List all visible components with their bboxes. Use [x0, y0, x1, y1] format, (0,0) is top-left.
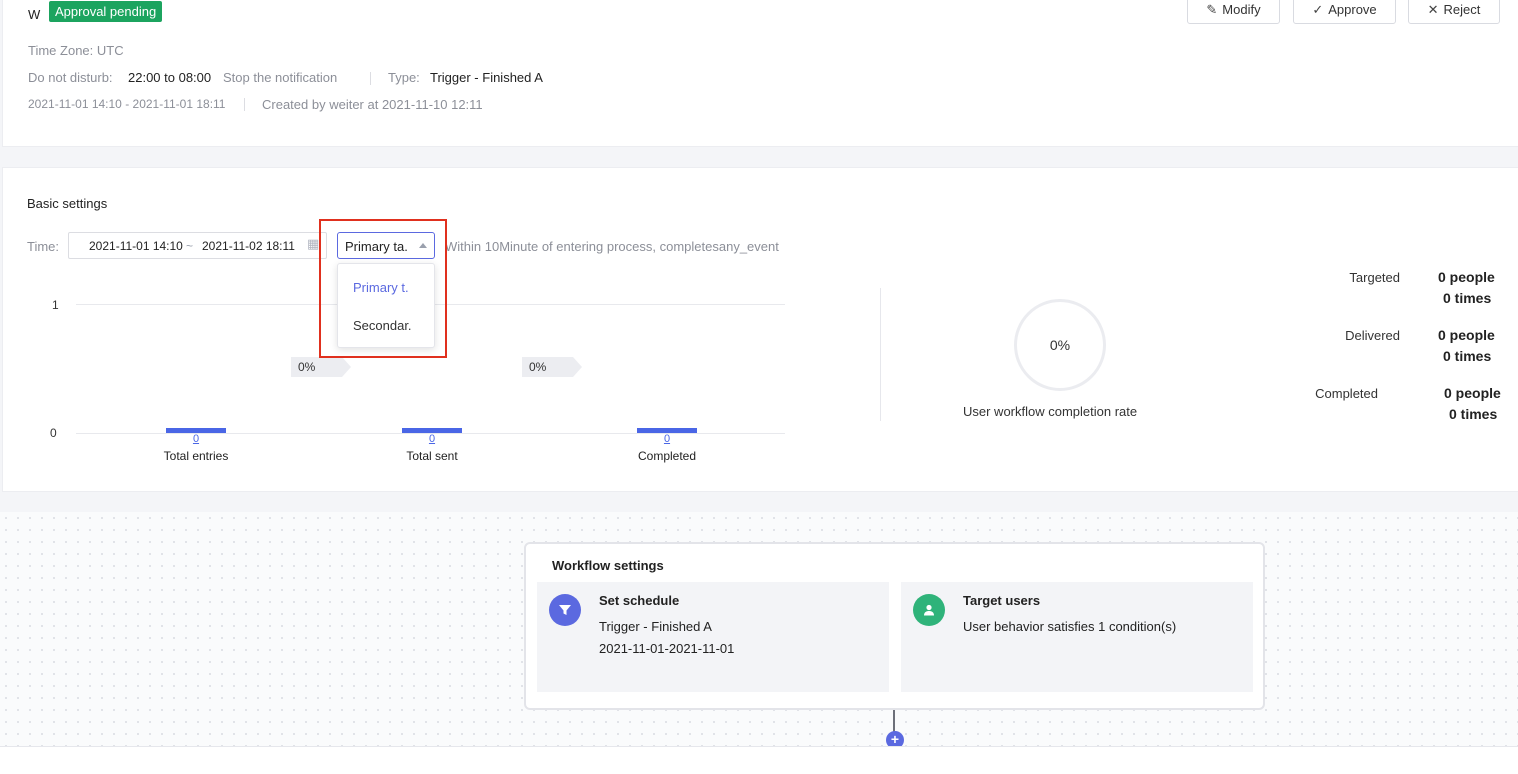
end-date: 2021-11-02 18:11	[202, 239, 295, 253]
workflow-connector	[893, 710, 895, 732]
close-icon: ✕	[1427, 1, 1439, 17]
type-label: Type:	[388, 70, 420, 85]
user-icon	[913, 594, 945, 626]
stat-completed-people: 0 people	[1444, 385, 1501, 401]
reject-label: Reject	[1443, 2, 1481, 17]
divider	[880, 288, 881, 421]
workflow-settings-card[interactable]: Workflow settings Set schedule Trigger -…	[524, 542, 1265, 710]
modify-button[interactable]: ✎ Modify	[1187, 0, 1280, 24]
time-label: Time:	[27, 239, 60, 254]
bar-data-label: 0	[663, 433, 671, 445]
bar-data-label: 0	[192, 433, 200, 445]
filter-icon	[549, 594, 581, 626]
approve-label: Approve	[1328, 2, 1377, 17]
title-letter: W	[28, 7, 41, 22]
divider	[370, 72, 371, 85]
x-tick-label: Total sent	[406, 449, 458, 463]
stat-label-delivered: Delivered	[1345, 328, 1400, 343]
y-tick-label: 0	[50, 426, 57, 440]
highlight-box	[319, 219, 447, 358]
divider	[244, 98, 245, 111]
y-tick-label: 1	[52, 298, 59, 312]
target-users-heading: Target users	[963, 593, 1041, 608]
stat-label-targeted: Targeted	[1349, 270, 1400, 285]
campaign-header-panel: W Approval pending ✎ Modify ✓ Approve ✕ …	[2, 0, 1518, 147]
x-tick-label: Total entries	[163, 449, 229, 463]
reject-button[interactable]: ✕ Reject	[1408, 0, 1500, 24]
conversion-label: 0%	[522, 357, 582, 377]
completion-rate-label: User workflow completion rate	[963, 404, 1138, 419]
stat-completed-times: 0 times	[1449, 406, 1498, 422]
status-badge: Approval pending	[49, 1, 163, 22]
stop-notification-link[interactable]: Stop the notification	[223, 70, 337, 85]
type-value: Trigger - Finished A	[430, 70, 543, 85]
stat-delivered-times: 0 times	[1443, 348, 1492, 364]
stat-label-completed: Completed	[1315, 386, 1378, 401]
bar-data-label: 0	[428, 433, 436, 445]
schedule-dates: 2021-11-01-2021-11-01	[599, 641, 735, 656]
basic-settings-title: Basic settings	[27, 196, 108, 211]
approve-button[interactable]: ✓ Approve	[1293, 0, 1396, 24]
check-icon: ✓	[1312, 1, 1324, 17]
range-separator: ~	[186, 239, 194, 253]
created-by: Created by weiter at 2021-11-10 12:11	[262, 97, 483, 112]
target-users-node[interactable]: Target users User behavior satisfies 1 c…	[901, 582, 1253, 692]
condition-text: Within 10Minute of entering process, com…	[445, 239, 779, 254]
x-tick-label: Completed	[637, 449, 697, 463]
dnd-value: 22:00 to 08:00	[128, 70, 212, 85]
stat-targeted-times: 0 times	[1443, 290, 1492, 306]
date-range-picker[interactable]: 2021-11-01 14:10 ~ 2021-11-02 18:11 ▦	[68, 232, 327, 259]
modify-label: Modify	[1222, 2, 1261, 17]
set-schedule-node[interactable]: Set schedule Trigger - Finished A 2021-1…	[537, 582, 889, 692]
basic-settings-panel	[2, 167, 1518, 492]
bottom-bar	[0, 746, 1518, 774]
completion-rate-ring: 0%	[1014, 299, 1106, 391]
target-users-condition: User behavior satisfies 1 condition(s)	[963, 619, 1177, 634]
workflow-settings-title: Workflow settings	[552, 558, 664, 573]
set-schedule-heading: Set schedule	[599, 593, 680, 608]
completion-rate-value: 0%	[1049, 337, 1071, 353]
start-date: 2021-11-01 14:10	[89, 239, 183, 253]
dnd-label: Do not disturb:	[28, 70, 113, 85]
campaign-date-range: 2021-11-01 14:10 - 2021-11-01 18:11	[28, 97, 226, 111]
conversion-label: 0%	[291, 357, 351, 377]
time-zone: Time Zone: UTC	[28, 43, 124, 58]
stat-delivered-people: 0 people	[1438, 327, 1495, 343]
schedule-trigger: Trigger - Finished A	[599, 619, 712, 634]
stat-targeted-people: 0 people	[1438, 269, 1495, 285]
calendar-icon: ▦	[307, 236, 320, 251]
edit-icon: ✎	[1206, 1, 1218, 17]
